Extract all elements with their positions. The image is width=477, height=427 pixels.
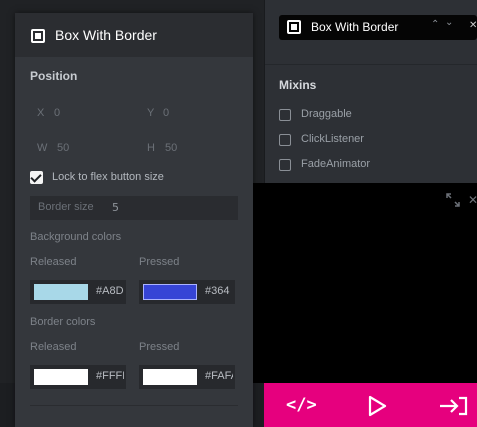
mixins-heading: Mixins [279, 78, 317, 92]
x-label: X [37, 107, 45, 119]
panel-header: Box With Border [15, 13, 253, 57]
divider [30, 405, 238, 406]
mixin-label: Draggable [301, 108, 352, 120]
divider [264, 0, 265, 185]
released-label: Released [30, 256, 77, 268]
w-field[interactable]: 50 [57, 142, 69, 154]
border-size-label: Border size [38, 201, 94, 213]
code-icon[interactable]: </> [286, 395, 317, 415]
lock-label: Lock to flex button size [52, 171, 164, 183]
mixin-label: ClickListener [301, 133, 364, 145]
hex-value[interactable]: #A8D [96, 285, 124, 297]
hex-value[interactable]: #FAFA [205, 370, 233, 382]
border-size-field[interactable]: Border size 5 [30, 196, 238, 220]
exit-icon[interactable] [438, 396, 468, 419]
square-widget-icon [31, 29, 45, 43]
h-field[interactable]: 50 [165, 142, 177, 154]
hex-value[interactable]: #364 [205, 285, 233, 297]
fadeanimator-checkbox[interactable] [279, 159, 291, 171]
y-field[interactable]: 0 [163, 107, 169, 119]
color-swatch[interactable] [143, 369, 197, 385]
hex-value[interactable]: #FFFF [96, 370, 124, 382]
released-bg-color-picker[interactable]: #A8D [30, 280, 126, 304]
color-swatch[interactable] [34, 369, 88, 385]
border-colors-heading: Border colors [30, 316, 96, 328]
square-widget-icon [287, 20, 301, 34]
mixin-label: FadeAnimator [301, 158, 371, 170]
pressed-label: Pressed [139, 341, 180, 353]
border-size-value: 5 [112, 201, 119, 214]
pressed-label: Pressed [139, 256, 180, 268]
play-icon[interactable] [366, 395, 388, 420]
properties-panel: Box With Border Position X 0 Y 0 W 50 H … [15, 13, 253, 427]
position-heading: Position [30, 69, 78, 83]
clicklistener-checkbox[interactable] [279, 134, 291, 146]
chevron-up-icon[interactable]: ⌃ [431, 19, 439, 30]
background-colors-heading: Background colors [30, 231, 122, 243]
color-swatch[interactable] [143, 284, 197, 300]
expand-icon[interactable] [446, 193, 460, 207]
divider [265, 64, 477, 65]
pressed-border-color-picker[interactable]: #FAFA [139, 365, 235, 389]
close-preview-icon[interactable]: ✕ [468, 193, 477, 207]
pressed-bg-color-picker[interactable]: #364 [139, 280, 235, 304]
color-swatch[interactable] [34, 284, 88, 300]
lock-checkbox[interactable] [30, 171, 43, 184]
x-field[interactable]: 0 [54, 107, 60, 119]
action-toolbar: </> [264, 383, 477, 427]
preview-area [250, 183, 477, 383]
y-label: Y [147, 107, 155, 119]
h-label: H [147, 142, 155, 154]
draggable-checkbox[interactable] [279, 109, 291, 121]
released-label: Released [30, 341, 77, 353]
chevron-down-icon[interactable]: ⌄ [445, 17, 453, 28]
close-icon[interactable]: ✕ [469, 20, 477, 31]
panel-title: Box With Border [55, 27, 157, 43]
selected-widget-title: Box With Border [311, 20, 399, 34]
released-border-color-picker[interactable]: #FFFF [30, 365, 126, 389]
w-label: W [37, 142, 48, 154]
